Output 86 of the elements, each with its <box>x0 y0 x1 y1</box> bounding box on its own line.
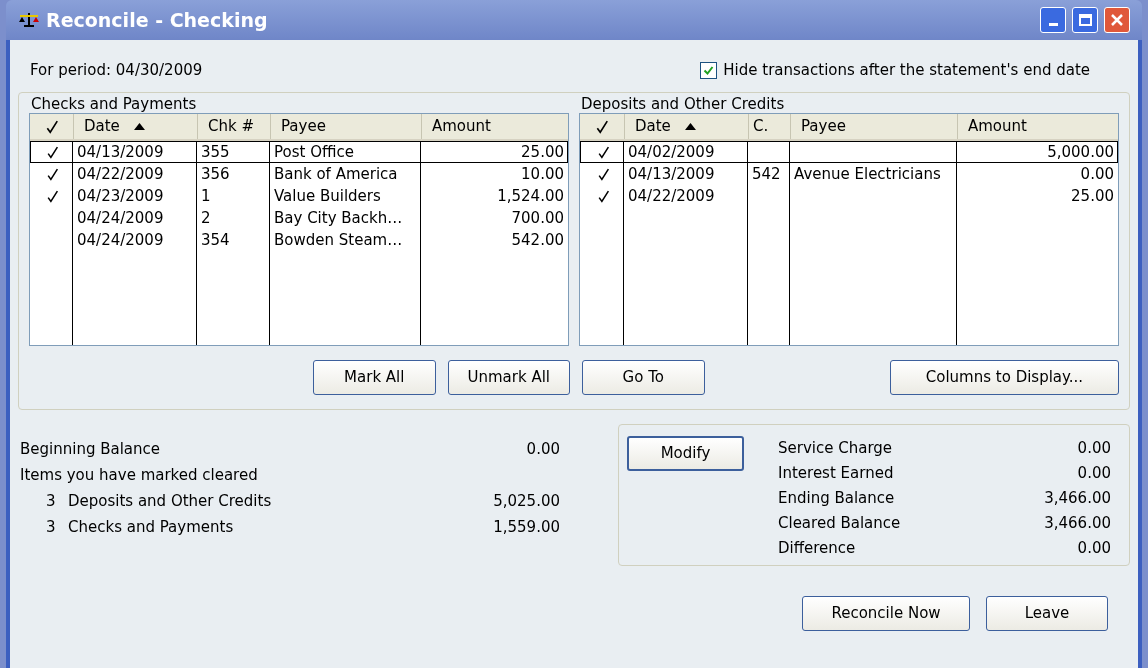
summary-value: 5,025.00 <box>493 490 560 512</box>
table-title: Checks and Payments <box>31 95 198 113</box>
table-cell: 04/23/2009 <box>77 187 164 205</box>
table-cell: 04/13/2009 <box>628 165 715 183</box>
statement-value: 0.00 <box>1077 463 1111 485</box>
table-cell: Post Office <box>274 143 354 161</box>
statement-label: Service Charge <box>778 438 893 460</box>
table-cell: 700.00 <box>511 209 564 227</box>
button[interactable]: Leave <box>986 596 1108 631</box>
table-cell: Bowden Steam… <box>274 231 403 249</box>
column-header[interactable]: Amount <box>957 114 1118 139</box>
sort-ascending-icon <box>684 123 696 130</box>
table-cell: 355 <box>201 143 230 161</box>
button[interactable]: Mark All <box>313 360 436 395</box>
transaction-row[interactable]: 04/02/2009 5,000.00 <box>580 141 1118 163</box>
summary-label: Beginning Balance <box>20 438 161 460</box>
check-icon <box>703 64 715 76</box>
summary-label: Items you have marked cleared <box>20 464 259 486</box>
table-cell: 2 <box>201 209 211 227</box>
column-header[interactable]: Payee <box>270 114 421 139</box>
transaction-row[interactable]: 04/24/2009 2 Bay City Backh… 700.00 <box>30 207 568 229</box>
transaction-row[interactable]: 04/24/2009 354 Bowden Steam… 542.00 <box>30 229 568 251</box>
maximize-button[interactable] <box>1072 7 1098 33</box>
table-cell: 354 <box>201 231 230 249</box>
table-cell: 25.00 <box>1071 187 1114 205</box>
column-header[interactable]: C. <box>748 114 790 139</box>
table-cell: 04/22/2009 <box>628 187 715 205</box>
transaction-row[interactable]: 04/23/2009 1 Value Builders 1,524.00 <box>30 185 568 207</box>
table-cell: 542.00 <box>511 231 564 249</box>
statement-value: 0.00 <box>1077 538 1111 560</box>
sort-ascending-icon <box>133 123 145 130</box>
table-cell: 04/24/2009 <box>77 209 164 227</box>
table-cell: 1 <box>201 187 211 205</box>
check-icon <box>595 119 609 134</box>
count-text: 3 <box>46 516 57 538</box>
button[interactable]: Unmark All <box>447 360 571 395</box>
table-cell: Avenue Electricians <box>794 165 941 183</box>
checkbox[interactable] <box>700 61 718 79</box>
table-cell: Value Builders <box>274 187 381 205</box>
button[interactable]: Go To <box>582 360 705 395</box>
table-cell: 04/02/2009 <box>628 143 715 161</box>
column-header[interactable]: Chk # <box>197 114 270 139</box>
column-header[interactable]: Date <box>73 114 197 139</box>
column-header[interactable]: Payee <box>790 114 957 139</box>
statement-label: Cleared Balance <box>778 513 901 535</box>
summary-label: Deposits and Other Credits <box>68 490 273 512</box>
summary-value: 0.00 <box>526 438 560 460</box>
table-cell: Bank of America <box>274 165 398 183</box>
statement-value: 3,466.00 <box>1044 488 1111 510</box>
close-icon <box>1110 13 1124 27</box>
transaction-row[interactable]: 04/22/2009 25.00 <box>580 185 1118 207</box>
table-cell: 5,000.00 <box>1047 143 1114 161</box>
table-cell: 04/22/2009 <box>77 165 164 183</box>
table-cell: 542 <box>752 165 781 183</box>
summary-label: Checks and Payments <box>68 516 235 538</box>
summary-value: 1,559.00 <box>493 516 560 538</box>
count-text: 3 <box>46 490 57 512</box>
close-button[interactable] <box>1104 7 1130 33</box>
table-cell: 1,524.00 <box>497 187 564 205</box>
check-icon <box>44 119 59 134</box>
statement-value: 3,466.00 <box>1044 513 1111 535</box>
table-cell: 356 <box>201 165 230 183</box>
table-cell: 0.00 <box>1080 165 1114 183</box>
scales-icon <box>18 12 40 28</box>
table-cell: 04/13/2009 <box>77 143 164 161</box>
table-cell: 25.00 <box>521 143 564 161</box>
statement-value: 0.00 <box>1077 438 1111 460</box>
minimize-button[interactable] <box>1040 7 1066 33</box>
button[interactable]: Columns to Display... <box>889 360 1119 395</box>
statement-label: Interest Earned <box>778 463 894 485</box>
transaction-row[interactable]: 04/13/2009 355 Post Office 25.00 <box>30 141 568 163</box>
table-cell: 10.00 <box>521 165 564 183</box>
table-cell: Bay City Backh… <box>274 209 403 227</box>
period-label: For period: 04/30/2009 <box>30 59 203 81</box>
button[interactable]: Reconcile Now <box>802 596 970 631</box>
button[interactable]: Modify <box>627 436 744 471</box>
column-header[interactable]: Amount <box>421 114 568 139</box>
transaction-row[interactable]: 04/22/2009 356 Bank of America 10.00 <box>30 163 568 185</box>
statement-label: Ending Balance <box>778 488 895 510</box>
transaction-row[interactable]: 04/13/2009 542 Avenue Electricians 0.00 <box>580 163 1118 185</box>
window-title: Reconcile - Checking <box>46 7 269 33</box>
statement-label: Difference <box>778 538 856 560</box>
checkbox-label: Hide transactions after the statement's end date <box>723 59 1090 81</box>
column-header[interactable]: Date <box>624 114 748 139</box>
table-title: Deposits and Other Credits <box>581 95 786 113</box>
table-cell: 04/24/2009 <box>77 231 164 249</box>
